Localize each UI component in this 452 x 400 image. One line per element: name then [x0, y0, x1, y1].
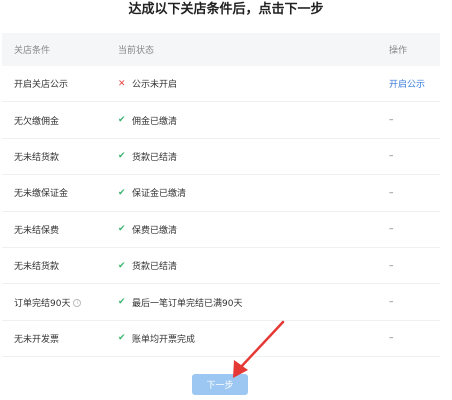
- next-step-button[interactable]: 下一步: [192, 374, 248, 395]
- status-cell: ✔ 保证金已缴清: [104, 186, 378, 200]
- action-none: –: [389, 224, 394, 235]
- condition-cell: 无未结货款: [2, 150, 104, 163]
- table-row: 无未结保费 ✔ 保费已缴清 –: [2, 212, 440, 248]
- status-cell: ✔ 最后一笔订单完结已满90天: [104, 296, 378, 309]
- info-icon[interactable]: i: [73, 299, 82, 308]
- condition-text: 无未结货款: [14, 262, 60, 273]
- status-text: 保证金已缴清: [132, 189, 187, 200]
- condition-text: 订单完结90天: [14, 298, 71, 309]
- action-none: –: [389, 260, 394, 271]
- status-text: 保费已缴清: [132, 225, 178, 236]
- table-body: 开启关店公示 ✕ 公示未开启 开启公示无欠缴佣金 ✔ 佣金已缴清 – 无未结货款 ✔ 货款已结清 –…: [2, 66, 440, 358]
- status-cell: ✔ 账单均开票完成: [104, 332, 378, 345]
- open-notice-link[interactable]: 开启公示: [378, 77, 440, 90]
- condition-cell: 无未开发票: [2, 332, 104, 345]
- table-row: 无未开发票 ✔ 账单均开票完成 –: [2, 321, 440, 358]
- condition-text: 无未结保费: [14, 225, 60, 236]
- table-row: 无未缴保证金 ✔ 保证金已缴清 –: [2, 175, 440, 212]
- action-none: –: [389, 151, 394, 162]
- table-row: 开启关店公示 ✕ 公示未开启 开启公示: [2, 66, 440, 103]
- status-text: 最后一笔订单完结已满90天: [132, 298, 243, 309]
- cross-icon: ✕: [118, 78, 126, 89]
- header-condition: 关店条件: [14, 46, 51, 56]
- status-text: 公示未开启: [132, 80, 178, 91]
- check-icon: ✔: [118, 151, 126, 162]
- condition-text: 无未结货款: [14, 152, 60, 163]
- page-title: 达成以下关店条件后，点击下一步: [128, 2, 324, 17]
- status-cell: ✔ 保费已缴清: [104, 223, 378, 236]
- status-cell: ✔ 佣金已缴清: [104, 114, 378, 127]
- condition-cell: 订单完结90天 i: [2, 296, 104, 309]
- condition-cell: 无欠缴佣金: [2, 114, 104, 127]
- check-icon: ✔: [118, 333, 126, 344]
- status-text: 货款已结清: [132, 262, 178, 273]
- action-none: –: [389, 333, 394, 344]
- status-cell: ✕ 公示未开启: [104, 77, 378, 91]
- status-cell: ✔ 货款已结清: [104, 150, 378, 163]
- condition-text: 无未开发票: [14, 334, 60, 345]
- action-none: –: [389, 187, 394, 198]
- condition-text: 开启关店公示: [14, 80, 69, 91]
- table-header: 关店条件 当前状态 操作: [2, 33, 440, 66]
- condition-cell: 开启关店公示: [2, 77, 104, 90]
- table-row: 无欠缴佣金 ✔ 佣金已缴清 –: [2, 102, 440, 139]
- action-none: –: [389, 297, 394, 308]
- header-status: 当前状态: [118, 46, 155, 56]
- condition-text: 无未缴保证金: [14, 189, 69, 200]
- action-none: –: [389, 115, 394, 126]
- check-icon: ✔: [118, 115, 126, 126]
- status-text: 账单均开票完成: [132, 334, 196, 345]
- check-icon: ✔: [118, 260, 126, 271]
- condition-cell: 无未结货款: [2, 259, 104, 272]
- table-row: 无未结货款 ✔ 货款已结清 –: [2, 139, 440, 176]
- check-icon: ✔: [118, 297, 126, 308]
- condition-cell: 无未缴保证金: [2, 186, 104, 199]
- status-cell: ✔ 货款已结清: [104, 259, 378, 273]
- status-text: 货款已结清: [132, 152, 178, 163]
- conditions-table: 关店条件 当前状态 操作 开启关店公示 ✕ 公示未开启 开启公示无欠缴佣金 ✔ 佣金已缴清…: [2, 33, 440, 358]
- header-action: 操作: [389, 46, 408, 56]
- table-row: 订单完结90天 i ✔ 最后一笔订单完结已满90天 –: [2, 284, 440, 321]
- check-icon: ✔: [118, 187, 126, 198]
- check-icon: ✔: [118, 224, 126, 235]
- condition-cell: 无未结保费: [2, 223, 104, 236]
- table-row: 无未结货款 ✔ 货款已结清 –: [2, 248, 440, 285]
- status-text: 佣金已缴清: [132, 116, 178, 127]
- condition-text: 无欠缴佣金: [14, 116, 60, 127]
